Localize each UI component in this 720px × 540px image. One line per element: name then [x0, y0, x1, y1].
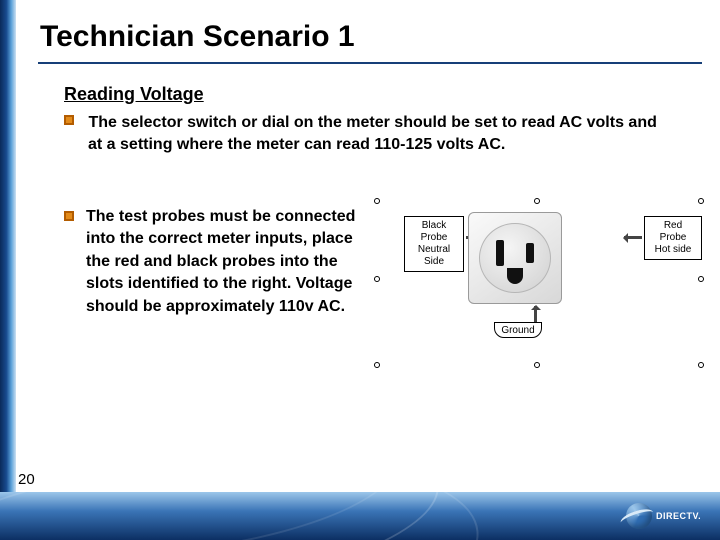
bullet-1: The selector switch or dial on the meter… — [64, 112, 666, 155]
footer-band: DIRECTV. — [0, 492, 720, 540]
brand-name: DIRECTV. — [656, 511, 701, 521]
selection-handle-icon — [534, 362, 540, 368]
selection-handle-icon — [534, 198, 540, 204]
selection-handle-icon — [374, 198, 380, 204]
slide-subtitle: Reading Voltage — [64, 84, 204, 105]
label-line: Neutral Side — [410, 244, 458, 268]
logo-swoosh-icon — [626, 503, 652, 529]
brand-logo: DIRECTV. — [626, 498, 706, 534]
slide: Technician Scenario 1 Reading Voltage Th… — [0, 0, 720, 540]
outlet-face — [479, 223, 551, 293]
bullet-icon — [64, 115, 74, 125]
title-rule — [38, 62, 702, 64]
bullet-2-text: The test probes must be connected into t… — [86, 206, 364, 318]
ground-slot — [507, 268, 523, 284]
bullet-1-text: The selector switch or dial on the meter… — [88, 114, 657, 153]
selection-handle-icon — [698, 276, 704, 282]
arrow-icon — [534, 306, 537, 322]
label-line: Red Probe — [650, 220, 696, 244]
selection-handle-icon — [698, 198, 704, 204]
selection-handle-icon — [698, 362, 704, 368]
label-line: Hot side — [650, 244, 696, 256]
left-accent-band — [0, 0, 16, 540]
bullet-icon — [64, 211, 74, 221]
red-probe-label: Red Probe Hot side — [644, 216, 702, 260]
label-line: Black Probe — [410, 220, 458, 244]
outlet-diagram: Black Probe Neutral Side Red Probe Hot s… — [374, 198, 704, 368]
neutral-slot — [496, 240, 504, 266]
outlet-plate — [468, 212, 562, 304]
hot-slot — [526, 243, 534, 263]
slide-number: 20 — [18, 471, 35, 488]
arrow-icon — [624, 236, 642, 239]
black-probe-label: Black Probe Neutral Side — [404, 216, 464, 272]
bullet-2: The test probes must be connected into t… — [64, 206, 364, 318]
slide-title: Technician Scenario 1 — [40, 20, 355, 54]
selection-handle-icon — [374, 362, 380, 368]
ground-label: Ground — [494, 322, 542, 338]
selection-handle-icon — [374, 276, 380, 282]
